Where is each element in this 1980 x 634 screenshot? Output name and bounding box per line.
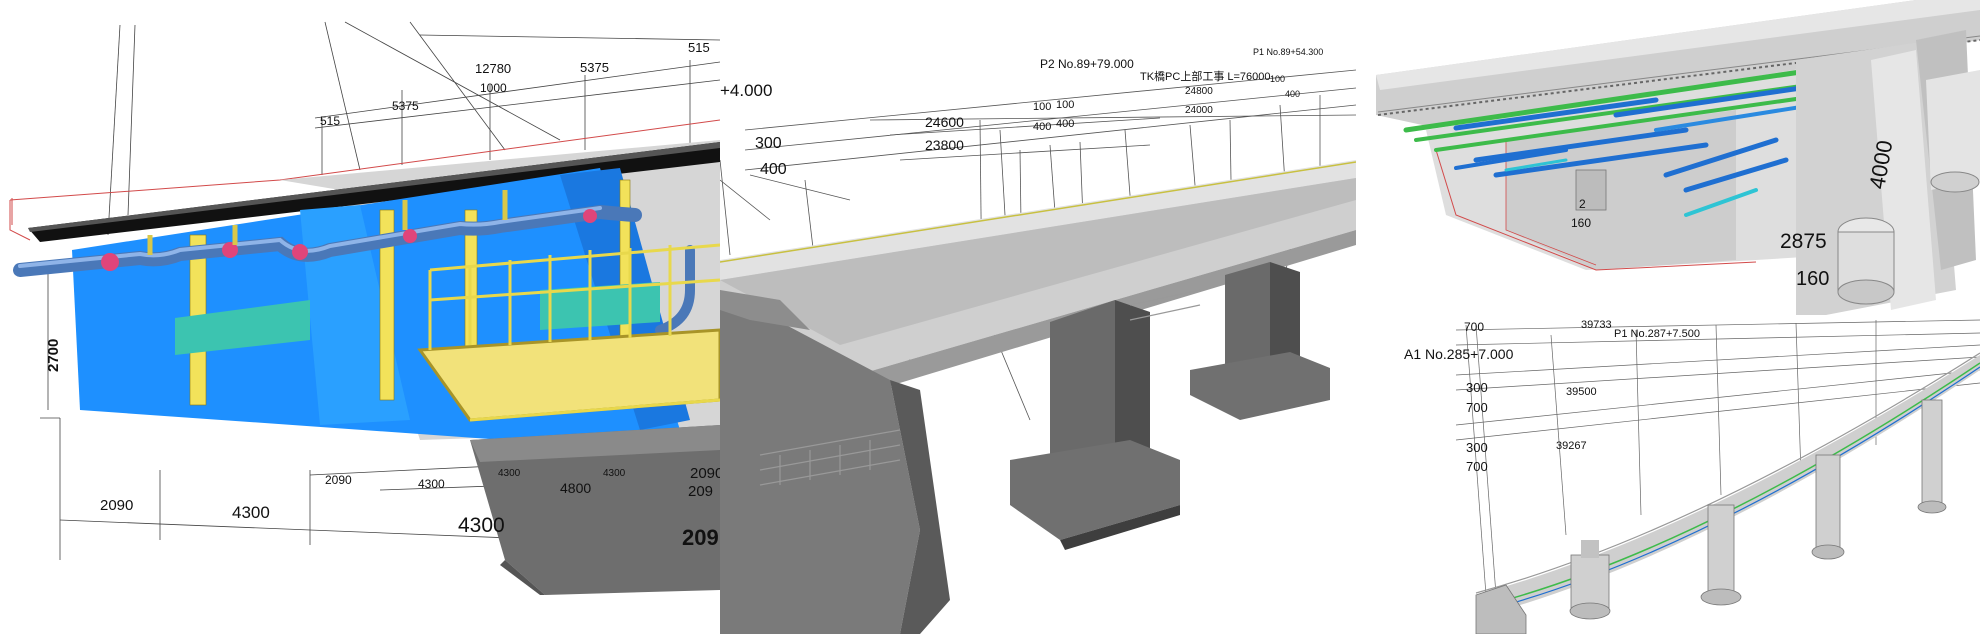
dim-label: 160 — [1796, 268, 1829, 290]
dim-label: 400 — [1285, 89, 1300, 99]
dim-label: 300 — [1466, 380, 1488, 395]
collage-stage: 515 5375 12780 1000 5375 515 2700 2090 4… — [0, 0, 1980, 634]
dim-label: 2 — [1579, 197, 1586, 211]
dim-label: 2090 — [100, 497, 133, 514]
dim-label: 300 — [1466, 440, 1488, 455]
dim-label: 39733 — [1581, 319, 1612, 331]
pier-station-label: P2 No.89+79.000 — [1040, 57, 1134, 71]
dim-label: 12780 — [475, 61, 511, 76]
abutment-station-label: A1 No.285+7.000 — [1404, 346, 1514, 362]
dim-label: 5375 — [392, 99, 419, 113]
dim-label: 24000 — [1185, 105, 1213, 116]
viaduct-labels: 700 39733 P1 No.287+7.500 A1 No.285+7.00… — [1404, 319, 1700, 474]
dim-label: 700 — [1466, 400, 1488, 415]
dim-label: 400 — [760, 161, 787, 178]
dim-label: 24600 — [925, 114, 964, 130]
dim-label: 300 — [755, 135, 782, 152]
box-girder-panel: 4000 2875 160 2 160 — [1356, 0, 1980, 315]
dim-label: 2875 — [1780, 230, 1827, 253]
dim-label: 4300 — [232, 503, 270, 522]
dim-label: 4300 — [458, 514, 505, 537]
dim-label: 1000 — [480, 81, 507, 95]
curved-viaduct-drawing: 700 39733 P1 No.287+7.500 A1 No.285+7.00… — [1404, 319, 1980, 634]
dim-label: 4300 — [418, 477, 445, 491]
dim-label: 700 — [1466, 459, 1488, 474]
dim-label: 515 — [320, 114, 340, 128]
dim-label: 4300 — [603, 468, 626, 479]
dim-label: 100 — [1270, 74, 1285, 84]
dim-label: 400 — [1056, 118, 1074, 130]
dim-label: 160 — [1571, 216, 1591, 230]
dim-label: 39500 — [1566, 386, 1597, 398]
dim-label: 24800 — [1185, 86, 1213, 97]
pier-block — [470, 425, 720, 595]
dim-label: 23800 — [925, 137, 964, 153]
project-title-label: TK橋PC上部工事 L=76000 — [1140, 69, 1271, 83]
pc-bridge-panel: P2 No.89+79.000 TK橋PC上部工事 L=76000 P1 No.… — [720, 0, 1356, 634]
steel-girder-drawing: 515 5375 12780 1000 5375 515 2700 2090 4… — [9, 21, 720, 595]
dim-label: 100 — [1033, 101, 1051, 113]
curved-viaduct-panel: 700 39733 P1 No.287+7.500 A1 No.285+7.00… — [1356, 315, 1980, 634]
dim-label: 2700 — [45, 339, 62, 372]
dim-label: 209 — [682, 525, 719, 550]
pc-bridge-labels: P2 No.89+79.000 TK橋PC上部工事 L=76000 P1 No.… — [720, 47, 1323, 178]
box-girder-drawing: 4000 2875 160 2 160 — [1376, 0, 1980, 315]
steel-girder-cad-panel: 515 5375 12780 1000 5375 515 2700 2090 4… — [0, 0, 720, 634]
dim-label: 2090 — [690, 465, 720, 482]
pc-bridge-drawing: P2 No.89+79.000 TK橋PC上部工事 L=76000 P1 No.… — [720, 47, 1356, 634]
dim-label: 209 — [688, 483, 713, 500]
dim-label: 100 — [1056, 99, 1074, 111]
station-label: +4.000 — [720, 81, 772, 100]
dim-label: 2090 — [325, 473, 352, 487]
dim-label: 4300 — [498, 468, 521, 479]
dim-label: 700 — [1464, 320, 1484, 334]
dim-label: 39267 — [1556, 440, 1587, 452]
dim-label: 400 — [1033, 121, 1051, 133]
pier-station-label: P1 No.89+54.300 — [1253, 47, 1323, 57]
dim-label: 5375 — [580, 60, 609, 75]
dim-label: 4800 — [560, 480, 591, 496]
pier-station-label: P1 No.287+7.500 — [1614, 328, 1700, 340]
dim-label: 515 — [688, 40, 710, 55]
